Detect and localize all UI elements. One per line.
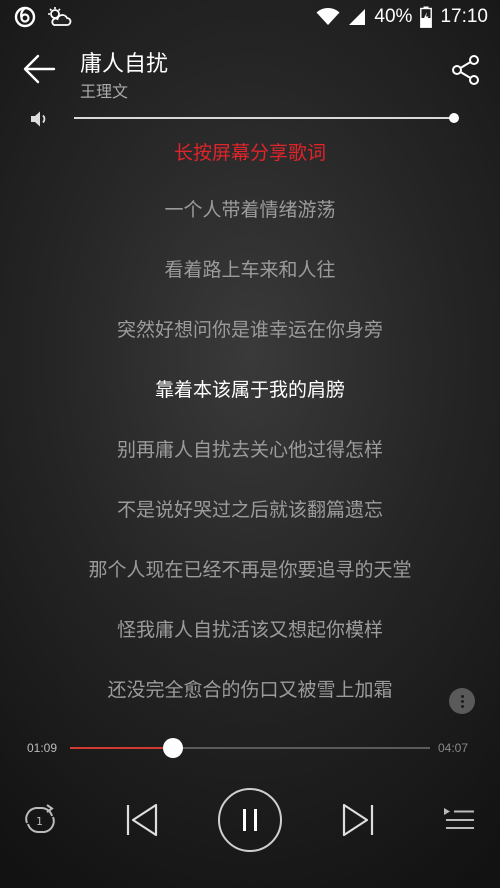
lyric-line: 一个人带着情绪游荡 <box>164 199 336 221</box>
lyrics-list[interactable]: 一个人带着情绪游荡 看着路上车来和人往突然好想问你是谁幸运在你身旁 靠着本该属于我的… <box>0 194 500 734</box>
lyric-line: 突然好想问你是谁幸运在你身旁 <box>116 319 383 341</box>
lyric-line: 那个人现在已经不再是你要追寻的天堂 <box>88 559 412 581</box>
volume-row <box>0 106 500 132</box>
netease-music-icon <box>14 6 36 28</box>
repeat-one-button[interactable]: 1 <box>22 804 58 836</box>
progress-fill <box>70 747 174 749</box>
share-button[interactable] <box>450 54 482 86</box>
playback-controls: 1 <box>0 788 500 852</box>
total-time: 04:07 <box>438 741 469 755</box>
song-title: 庸人自扰 <box>80 52 169 77</box>
share-icon <box>452 55 479 85</box>
cell-signal-icon <box>348 8 366 26</box>
lyric-line: 不是说好哭过之后就该翻篇遗忘 <box>116 499 383 521</box>
song-artist[interactable]: 王理文 <box>80 78 128 102</box>
lyric-line: 看着路上车来和人往 <box>164 259 336 281</box>
more-options-button[interactable] <box>449 688 475 714</box>
next-button[interactable] <box>340 802 376 838</box>
lyric-line: 怪我庸人自扰活该又想起你模样 <box>116 619 383 641</box>
volume-slider[interactable] <box>74 113 459 123</box>
svg-text:1: 1 <box>36 815 43 828</box>
previous-button[interactable] <box>124 802 160 838</box>
player-header: 庸人自扰 王理文 <box>0 40 500 106</box>
lyric-line: 还没完全愈合的伤口又被雪上加霜 <box>107 679 393 701</box>
battery-charging-icon <box>420 6 433 28</box>
pause-button[interactable] <box>218 788 282 852</box>
progress-slider[interactable] <box>70 738 430 758</box>
back-button[interactable] <box>22 54 56 84</box>
playback-progress: 01:09 04:07 <box>0 738 500 760</box>
repeat-one-icon: 1 <box>25 804 55 833</box>
back-arrow-icon <box>23 54 56 84</box>
clock: 17:10 <box>440 6 488 27</box>
current-time: 01:09 <box>27 741 58 755</box>
weather-icon <box>46 6 72 28</box>
skip-previous-icon <box>126 803 158 837</box>
playlist-button[interactable] <box>442 804 476 836</box>
playlist-icon <box>444 808 474 829</box>
status-bar: 40% 17:10 <box>0 0 500 36</box>
pause-icon <box>243 809 257 831</box>
volume-slider-thumb[interactable] <box>449 113 459 123</box>
skip-next-icon <box>342 803 374 837</box>
progress-slider-thumb[interactable] <box>163 738 184 758</box>
lyric-line: 别再庸人自扰去关心他过得怎样 <box>116 439 383 461</box>
battery-percent: 40% <box>374 6 413 27</box>
wifi-icon <box>316 8 340 26</box>
share-lyrics-hint: 长按屏幕分享歌词 <box>173 142 326 164</box>
speaker-icon[interactable] <box>30 110 50 128</box>
lyric-line-current: 靠着本该属于我的肩膀 <box>154 379 345 401</box>
